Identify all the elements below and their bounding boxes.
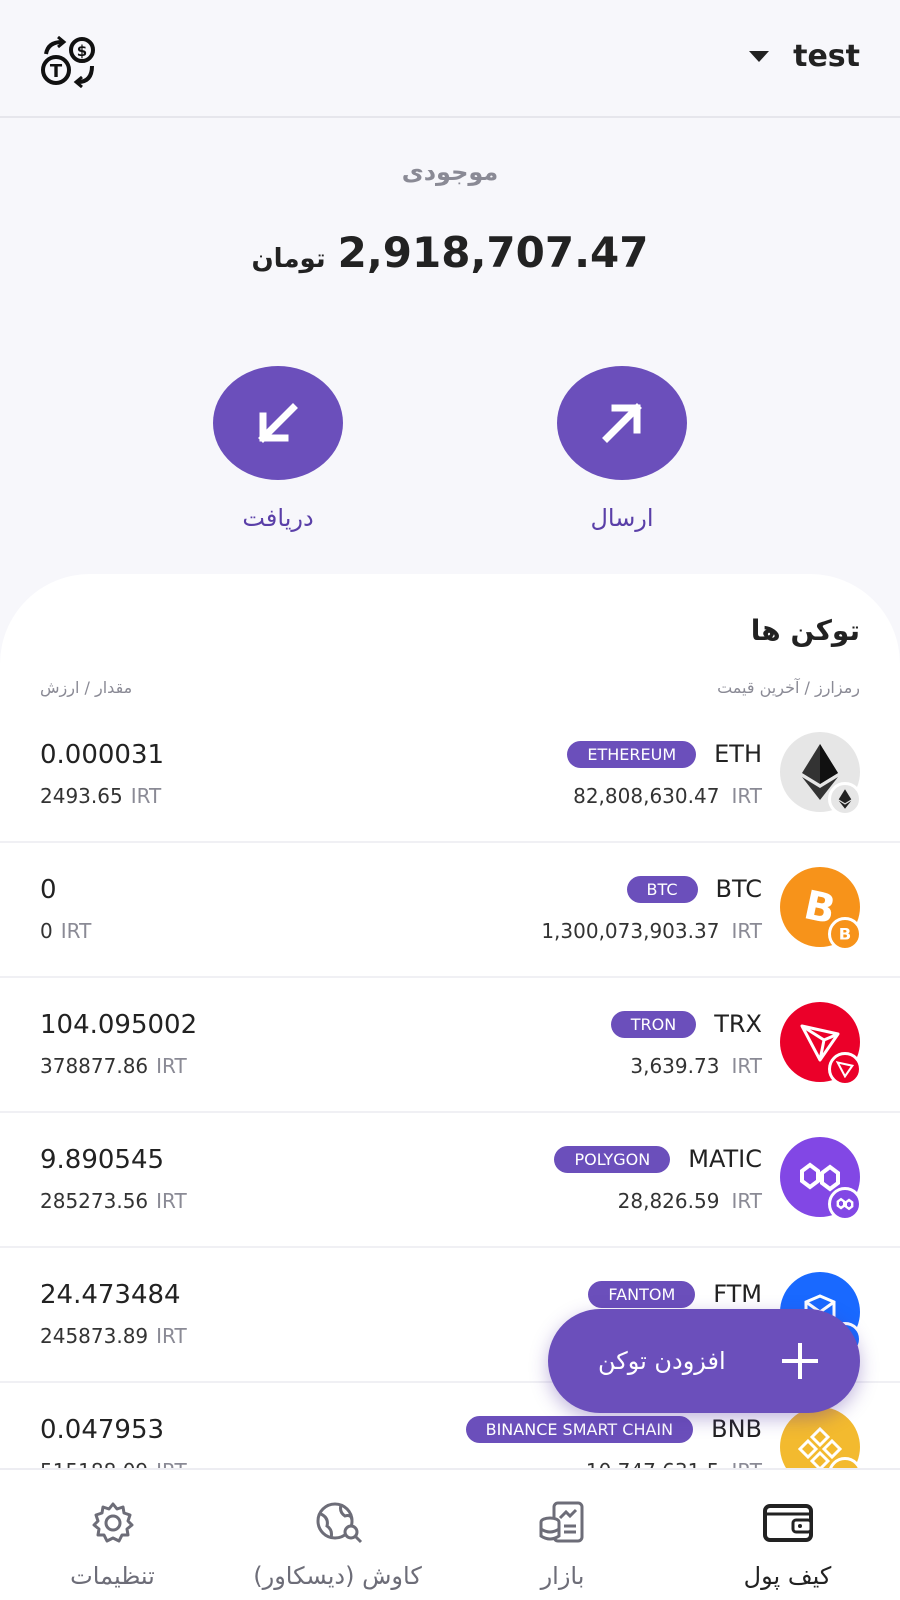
token-price: 82,808,630.47: [573, 784, 720, 808]
gear-icon: [92, 1502, 133, 1543]
nav-discover-label: کاوش (دیسکاور): [253, 1562, 422, 1590]
token-row-btc[interactable]: B B BTC BTC 1,300,073,903.37 IRT 0 0 IRT: [0, 843, 900, 978]
polygon-logo-icon: [780, 1137, 862, 1221]
nav-wallet-label: کیف پول: [743, 1562, 832, 1590]
price-unit: IRT: [731, 1054, 762, 1078]
token-row-eth[interactable]: ETHEREUM ETH 82,808,630.47 IRT 0.000031 …: [0, 708, 900, 843]
send-label: ارسال: [590, 504, 654, 532]
nav-market-label: بازار: [540, 1562, 585, 1590]
token-price: 28,826.59: [617, 1189, 720, 1213]
svg-text:T: T: [50, 61, 63, 82]
currency-swap-icon[interactable]: T $: [40, 36, 100, 88]
token-value: 245873.89: [40, 1324, 149, 1348]
value-unit: IRT: [156, 1189, 187, 1213]
network-chip: BINANCE SMART CHAIN: [465, 1415, 694, 1443]
token-price: 3,639.73: [630, 1054, 720, 1078]
token-row-matic[interactable]: POLYGON MATIC 28,826.59 IRT 9.890545 285…: [0, 1113, 900, 1248]
token-symbol: BNB: [711, 1415, 762, 1443]
send-button[interactable]: ارسال: [557, 366, 687, 532]
receive-label: دریافت: [242, 504, 314, 532]
btc-logo-icon: B B: [780, 867, 862, 951]
token-amount: 0.047953: [40, 1415, 165, 1445]
token-row-trx[interactable]: TRON TRX 3,639.73 IRT 104.095002 378877.…: [0, 978, 900, 1113]
bnb-logo-icon: [780, 1407, 862, 1474]
value-unit: IRT: [130, 784, 162, 808]
column-header-asset-price: رمزارز / آخرین قیمت: [717, 678, 860, 697]
top-bar: T $ test: [0, 0, 900, 118]
token-value: 378877.86: [40, 1054, 149, 1078]
polygon-network-badge-icon: [828, 1187, 862, 1221]
btc-network-badge-icon: B: [828, 917, 862, 951]
receive-circle[interactable]: [213, 366, 343, 480]
nav-settings-label: تنظیمات: [70, 1562, 155, 1590]
eth-logo-icon: [780, 732, 862, 816]
tokens-title: توکن ها: [750, 614, 860, 647]
nav-settings[interactable]: تنظیمات: [3, 1470, 223, 1600]
price-unit: IRT: [731, 919, 762, 943]
token-amount: 104.095002: [40, 1010, 198, 1040]
network-chip: ETHEREUM: [567, 740, 697, 768]
token-amount: 0: [40, 875, 57, 905]
network-chip: FANTOM: [588, 1280, 696, 1308]
account-selector[interactable]: test: [749, 36, 860, 76]
value-unit: IRT: [156, 1324, 187, 1348]
send-circle[interactable]: [557, 366, 687, 480]
balance-display: تومان 2,918,707.47: [0, 228, 900, 277]
token-amount: 0.000031: [40, 740, 165, 770]
token-symbol: FTM: [713, 1280, 762, 1308]
token-price: 1,300,073,903.37: [541, 919, 720, 943]
market-chart-icon: [539, 1501, 583, 1543]
svg-text:$: $: [77, 42, 87, 60]
price-unit: IRT: [731, 1189, 762, 1213]
token-value: 2493.65: [40, 784, 123, 808]
token-amount: 9.890545: [40, 1145, 165, 1175]
token-amount: 24.473484: [40, 1280, 181, 1310]
tron-logo-icon: [780, 1002, 862, 1086]
tron-network-badge-icon: [828, 1052, 862, 1086]
token-value: 285273.56: [40, 1189, 149, 1213]
token-value: 0: [40, 919, 53, 943]
token-symbol: ETH: [714, 740, 762, 768]
receive-button[interactable]: دریافت: [213, 366, 343, 532]
balance-amount: 2,918,707.47: [337, 228, 649, 277]
nav-discover[interactable]: کاوش (دیسکاور): [228, 1470, 448, 1600]
add-token-button[interactable]: افزودن توکن: [548, 1309, 860, 1413]
nav-market[interactable]: بازار: [453, 1470, 673, 1600]
token-symbol: BTC: [715, 875, 762, 903]
value-unit: IRT: [156, 1054, 187, 1078]
eth-network-badge-icon: [828, 782, 862, 816]
plus-icon: [782, 1343, 818, 1379]
arrow-up-right-icon: [602, 403, 642, 443]
balance-currency: تومان: [251, 244, 326, 274]
price-unit: IRT: [731, 784, 762, 808]
wallet-icon: [762, 1504, 813, 1542]
column-header-amount-value: مقدار / ارزش: [40, 678, 133, 697]
nav-wallet[interactable]: کیف پول: [678, 1470, 898, 1600]
bottom-navigation: تنظیمات کاوش (دیسکاور) بازار کیف پول: [0, 1468, 900, 1600]
account-name: test: [793, 38, 860, 74]
network-chip: BTC: [626, 875, 698, 903]
svg-text:B: B: [839, 925, 851, 943]
token-symbol: TRX: [714, 1010, 762, 1038]
value-unit: IRT: [60, 919, 92, 943]
add-token-label: افزودن توکن: [598, 1347, 726, 1375]
globe-search-icon: [316, 1502, 362, 1544]
arrow-down-left-icon: [258, 403, 298, 443]
chevron-down-icon: [749, 50, 770, 62]
network-chip: POLYGON: [554, 1145, 671, 1173]
network-chip: TRON: [610, 1010, 697, 1038]
token-symbol: MATIC: [688, 1145, 762, 1173]
balance-label: موجودی: [401, 158, 499, 186]
